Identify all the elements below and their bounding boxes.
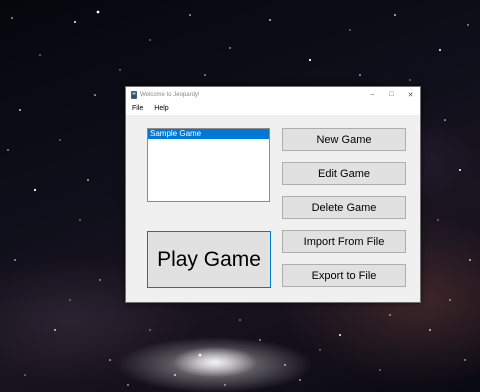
title-bar[interactable]: Welcome to Jeopardy! – □ ✕ (126, 87, 420, 102)
delete-game-button[interactable]: Delete Game (282, 196, 406, 219)
menu-file[interactable]: File (126, 105, 148, 112)
close-button[interactable]: ✕ (401, 87, 420, 102)
app-icon (130, 90, 137, 99)
minimize-button[interactable]: – (363, 87, 382, 102)
play-game-button[interactable]: Play Game (147, 231, 271, 288)
menu-bar: File Help (126, 102, 420, 116)
desktop-background: Welcome to Jeopardy! – □ ✕ File Help Sam… (0, 0, 480, 392)
new-game-button[interactable]: New Game (282, 128, 406, 151)
window-title: Welcome to Jeopardy! (140, 91, 200, 98)
menu-help[interactable]: Help (148, 105, 173, 112)
edit-game-button[interactable]: Edit Game (282, 162, 406, 185)
game-list[interactable]: Sample Game (147, 128, 270, 202)
import-from-file-button[interactable]: Import From File (282, 230, 406, 253)
maximize-button[interactable]: □ (382, 87, 401, 102)
export-to-file-button[interactable]: Export to File (282, 264, 406, 287)
app-window: Welcome to Jeopardy! – □ ✕ File Help Sam… (125, 86, 421, 303)
window-controls: – □ ✕ (363, 87, 420, 102)
game-list-item[interactable]: Sample Game (148, 129, 269, 139)
